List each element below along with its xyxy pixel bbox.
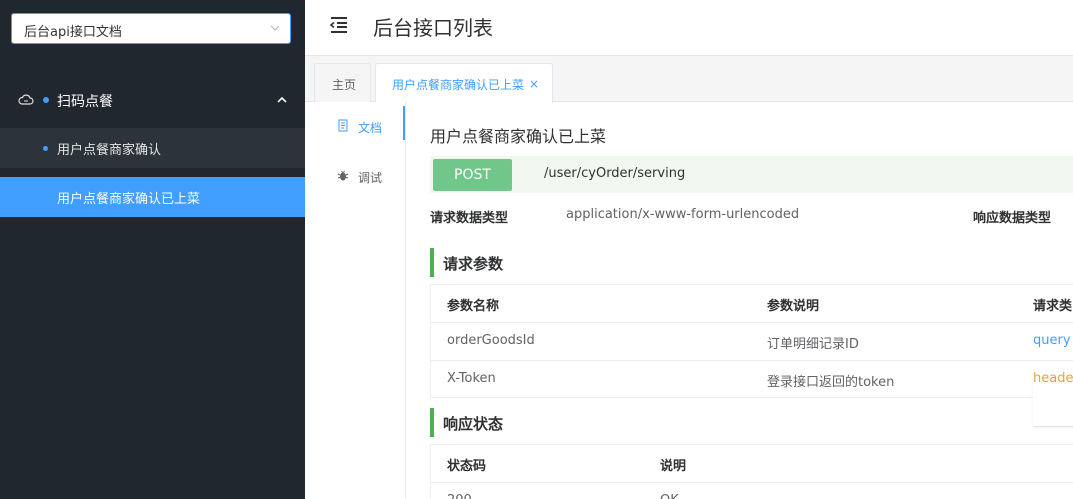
section-request-params: 请求参数 — [430, 248, 1073, 277]
column-header: 请求类 — [1033, 299, 1073, 314]
api-path: /user/cyOrder/serving — [544, 166, 686, 181]
table-row: X-Token 登录接口返回的token heade — [431, 361, 1073, 427]
status-explain: OK — [660, 493, 679, 499]
request-type-value: application/x-www-form-urlencoded — [566, 207, 800, 222]
menu-fold-icon[interactable] — [329, 16, 349, 34]
section-bar — [430, 408, 434, 437]
data-type-row: 请求数据类型 application/x-www-form-urlencoded… — [430, 207, 1073, 227]
section-bar — [430, 248, 434, 277]
document-icon — [338, 119, 348, 132]
tab-document[interactable]: 文档 — [305, 106, 406, 146]
api-doc-select[interactable]: 后台api接口文档 — [11, 13, 291, 44]
tabs-bar: 主页 用户点餐商家确认已上菜 × — [305, 56, 1073, 103]
top-header: 后台接口列表 — [305, 0, 1073, 56]
table-row: orderGoodsId 订单明细记录ID query — [431, 323, 1073, 361]
api-doc-select-value: 后台api接口文档 — [24, 25, 122, 40]
param-name: X-Token — [447, 371, 496, 386]
param-desc: 登录接口返回的token — [767, 375, 895, 390]
doc-debug-tabs: 文档 调试 — [305, 102, 406, 499]
close-icon[interactable]: × — [529, 77, 539, 91]
menu-group-scan-order[interactable]: 扫码点餐 — [0, 78, 305, 124]
section-title: 响应状态 — [443, 415, 504, 433]
param-name: orderGoodsId — [447, 333, 535, 348]
sidebar-item-label: 用户点餐商家确认 — [57, 143, 162, 158]
column-header: 说明 — [660, 459, 687, 474]
api-doc-content: 用户点餐商家确认已上菜 POST /user/cyOrder/serving 请… — [406, 102, 1073, 499]
app-root: 后台api接口文档 扫码点餐 用户点餐商家确认 用户点餐商家确认已上菜 后台接口… — [0, 0, 1073, 499]
chevron-up-icon — [277, 96, 287, 103]
bug-icon — [337, 170, 349, 181]
tab-label: 主页 — [332, 78, 357, 92]
table-row: 200 OK — [431, 483, 1073, 499]
tab-merchant-served[interactable]: 用户点餐商家确认已上菜 × — [375, 63, 553, 103]
tab-label: 文档 — [358, 121, 383, 135]
sidebar: 后台api接口文档 扫码点餐 用户点餐商家确认 用户点餐商家确认已上菜 — [0, 0, 305, 499]
menu-dot — [43, 146, 48, 151]
table-header-row: 状态码 说明 — [431, 445, 1073, 483]
section-response-status: 响应状态 — [430, 408, 1073, 437]
tab-debug[interactable]: 调试 — [305, 156, 406, 196]
active-tab-indicator — [403, 106, 405, 140]
section-title: 请求参数 — [443, 255, 504, 273]
cloud-icon — [18, 94, 34, 105]
sidebar-item-merchant-confirm[interactable]: 用户点餐商家确认 — [0, 128, 305, 168]
tab-label: 调试 — [358, 171, 383, 185]
sidebar-item-label: 用户点餐商家确认已上菜 — [57, 192, 201, 207]
response-status-table: 状态码 说明 200 OK — [430, 444, 1073, 499]
column-header: 参数名称 — [447, 299, 500, 314]
column-header: 状态码 — [447, 459, 487, 474]
request-type-label: 请求数据类型 — [430, 211, 509, 226]
response-type-label: 响应数据类型 — [973, 211, 1052, 226]
api-title: 用户点餐商家确认已上菜 — [430, 127, 607, 146]
menu-dot — [43, 97, 49, 103]
table-header-row: 参数名称 参数说明 请求类 — [431, 285, 1073, 323]
param-desc: 订单明细记录ID — [767, 337, 859, 352]
tab-home[interactable]: 主页 — [314, 63, 371, 102]
page-title: 后台接口列表 — [373, 16, 493, 40]
param-type: query — [1033, 333, 1071, 348]
column-header: 参数说明 — [767, 299, 820, 314]
tab-label: 用户点餐商家确认已上菜 — [392, 78, 525, 92]
menu-group-label: 扫码点餐 — [57, 94, 113, 110]
chevron-down-icon — [270, 25, 280, 31]
sidebar-item-merchant-served[interactable]: 用户点餐商家确认已上菜 — [0, 177, 305, 217]
status-code: 200 — [447, 493, 472, 499]
request-params-table: 参数名称 参数说明 请求类 orderGoodsId 订单明细记录ID quer… — [430, 284, 1073, 427]
method-path-row: POST /user/cyOrder/serving — [430, 156, 1073, 193]
method-badge: POST — [433, 159, 512, 191]
